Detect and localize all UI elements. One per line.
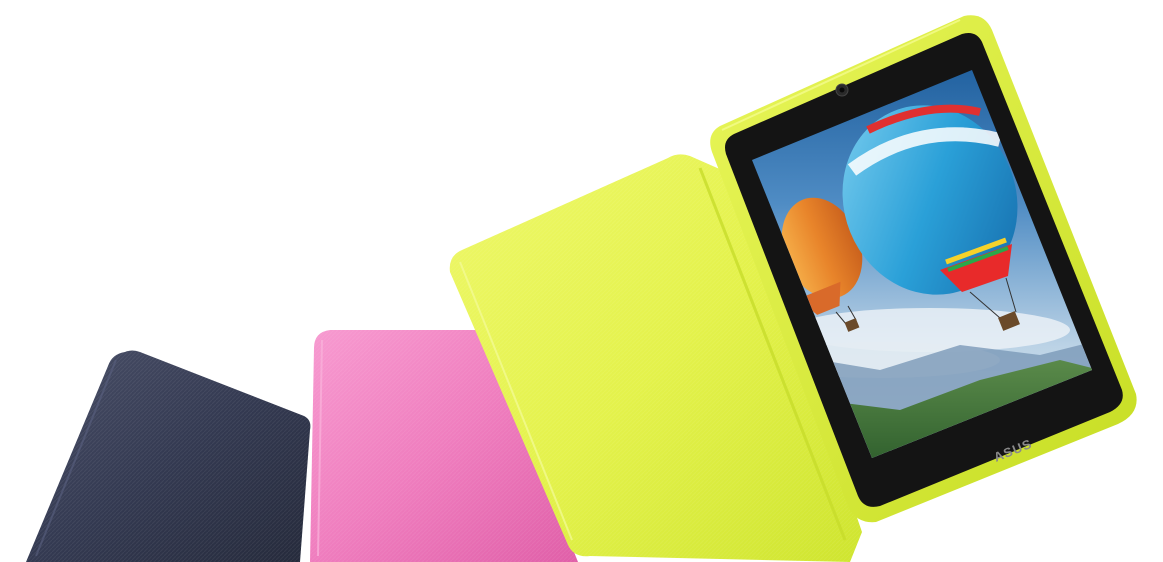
navy-cover: [26, 350, 311, 562]
product-photo: ASUS: [26, 15, 1137, 562]
